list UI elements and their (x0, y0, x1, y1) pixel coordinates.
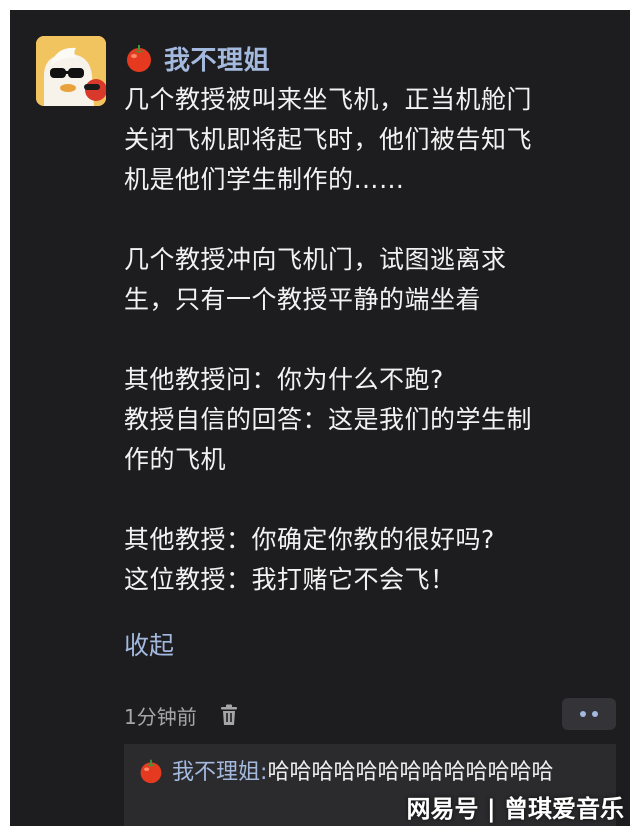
post-line: 其他教授问：你为什么不跑? (124, 365, 444, 394)
author-name[interactable]: 我不理姐 (164, 40, 270, 77)
post-paragraph: 几个教授冲向飞机门，试图逃离求 生，只有一个教授平静的端坐着 (124, 240, 624, 320)
post-line: 机是他们学生制作的…… (124, 165, 405, 194)
tomato-icon (127, 45, 151, 72)
more-dots-icon (580, 711, 598, 717)
watermark: 网易号 | 曾琪爱音乐 (406, 795, 624, 823)
more-button[interactable] (562, 698, 616, 730)
avatar[interactable] (36, 36, 106, 106)
post-screen: 我不理姐 几个教授被叫来坐飞机，正当机舱门 关闭飞机即将起飞时，他们被告知飞 机… (10, 10, 630, 826)
trash-icon[interactable] (217, 703, 241, 727)
comment-body: 哈哈哈哈哈哈哈哈哈哈哈哈哈 (267, 760, 554, 785)
post-line: 生，只有一个教授平静的端坐着 (124, 285, 482, 314)
comment-author[interactable]: 我不理姐 (172, 760, 260, 785)
post-line: 其他教授：你确定你教的很好吗? (124, 525, 495, 554)
post-paragraph: 几个教授被叫来坐飞机，正当机舱门 关闭飞机即将起飞时，他们被告知飞 机是他们学生… (124, 80, 624, 200)
meta-row: 1分钟前 (124, 698, 241, 732)
post-paragraph: 其他教授：你确定你教的很好吗? 这位教授：我打赌它不会飞！ (124, 520, 624, 600)
comment-text: 我不理姐:哈哈哈哈哈哈哈哈哈哈哈哈哈 (138, 756, 608, 789)
post-line: 作的飞机 (124, 445, 227, 474)
post-paragraph: 其他教授问：你为什么不跑? 教授自信的回答：这是我们的学生制 作的飞机 (124, 360, 624, 480)
post-line: 几个教授被叫来坐飞机，正当机舱门 (124, 85, 533, 114)
post-timestamp: 1分钟前 (124, 704, 197, 729)
avatar-image (36, 36, 106, 106)
post-content: 几个教授被叫来坐飞机，正当机舱门 关闭飞机即将起飞时，他们被告知飞 机是他们学生… (124, 80, 624, 640)
post-line: 教授自信的回答：这是我们的学生制 (124, 405, 533, 434)
post-line: 几个教授冲向飞机门，试图逃离求 (124, 245, 507, 274)
post-line: 这位教授：我打赌它不会飞！ (124, 565, 456, 594)
author-row: 我不理姐 (124, 38, 270, 78)
collapse-link[interactable]: 收起 (124, 626, 174, 666)
post-line: 关闭飞机即将起飞时，他们被告知飞 (124, 125, 533, 154)
tomato-icon (140, 759, 162, 784)
